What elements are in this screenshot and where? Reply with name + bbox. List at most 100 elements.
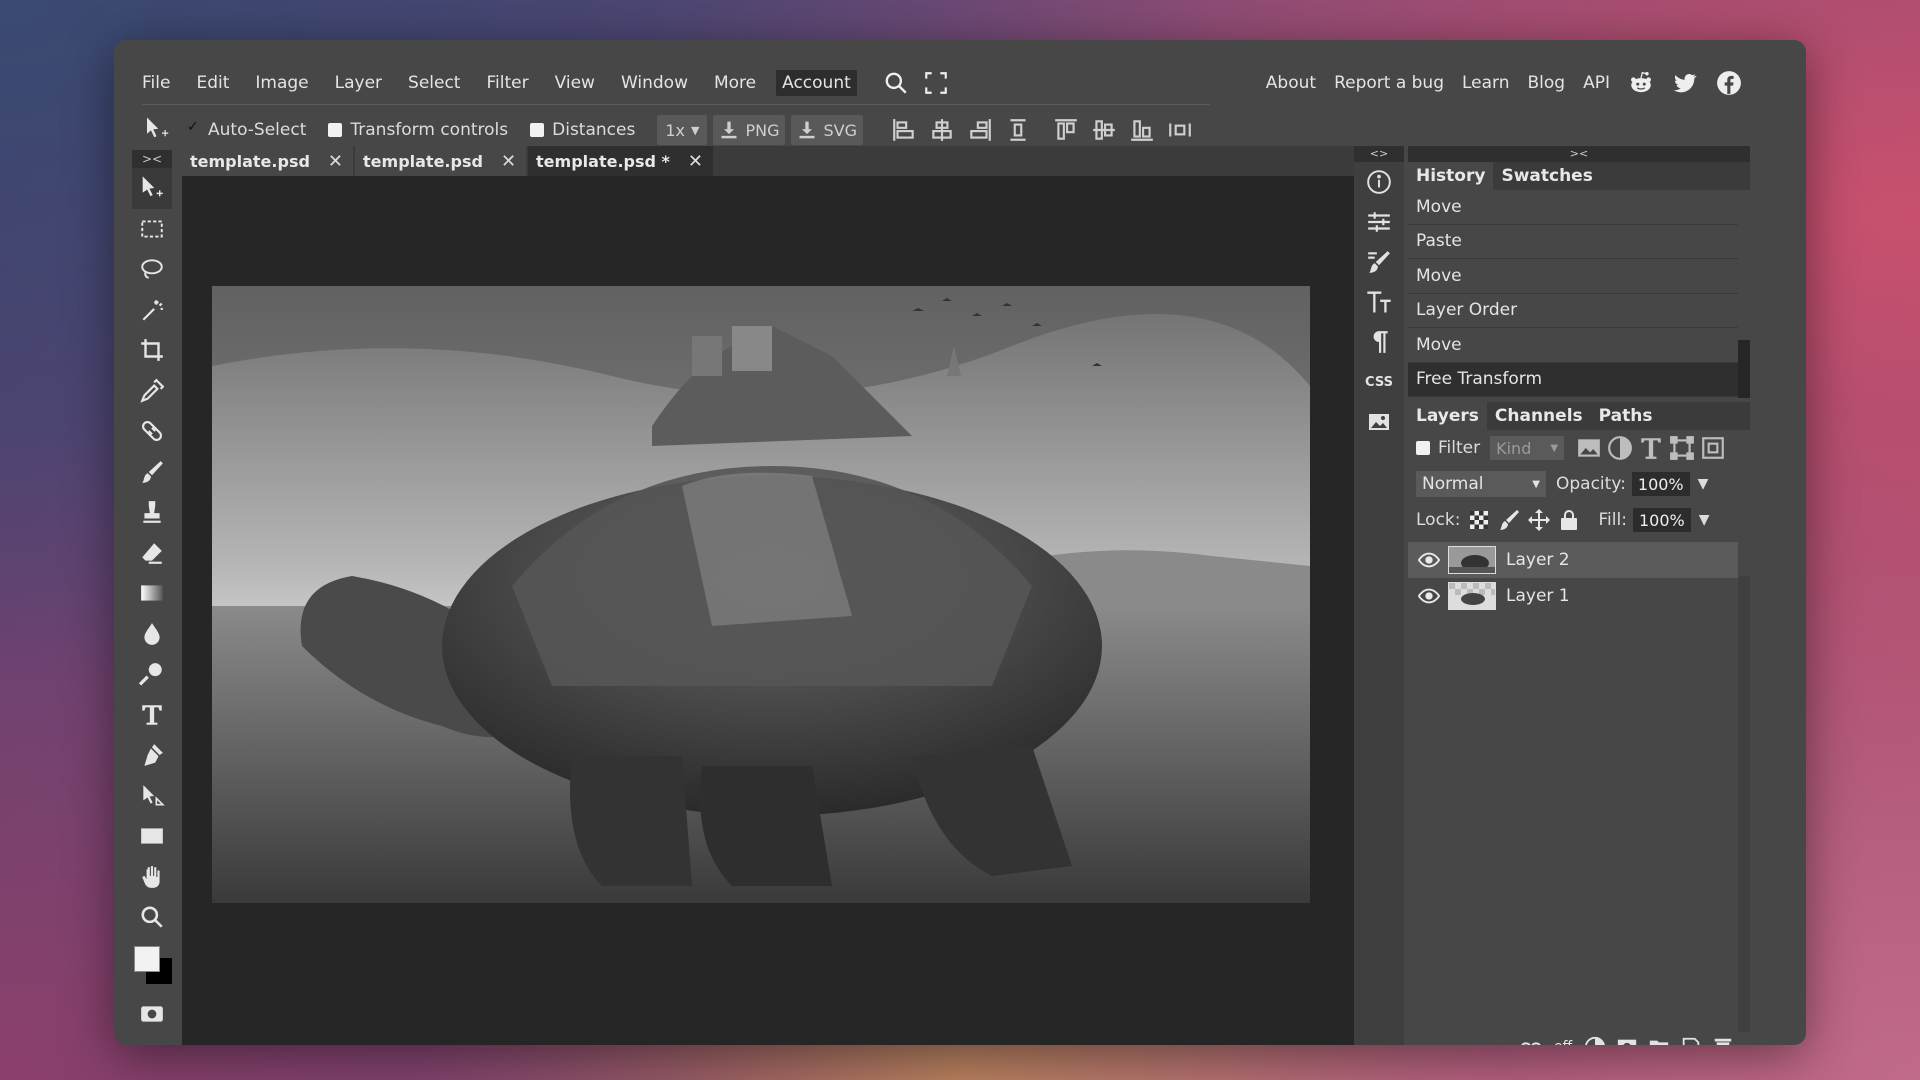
lock-position-icon[interactable] [1527,508,1551,532]
marquee-tool[interactable] [132,209,172,250]
align-bottom-icon[interactable] [1129,117,1155,143]
hand-tool[interactable] [132,857,172,898]
blend-mode-select[interactable]: Normal ▼ [1416,471,1546,497]
trash-icon[interactable] [1712,1036,1734,1045]
tab-paths[interactable]: Paths [1591,402,1661,430]
link-report-bug[interactable]: Report a bug [1334,73,1444,93]
menu-select[interactable]: Select [408,72,460,94]
tab-layers[interactable]: Layers [1408,402,1487,430]
menu-window[interactable]: Window [621,72,688,94]
css-panel-button[interactable]: CSS [1354,362,1404,402]
history-item[interactable]: Layer Order [1408,294,1738,328]
magic-wand-tool[interactable] [132,290,172,331]
link-about[interactable]: About [1266,73,1316,93]
filter-pixel-icon[interactable] [1576,435,1602,461]
brush-tool[interactable] [132,452,172,493]
distribute-v-icon[interactable] [1005,117,1031,143]
opacity-input[interactable]: 100% [1631,472,1690,496]
clone-stamp-tool[interactable] [132,492,172,533]
quick-mask-tool[interactable] [132,994,172,1035]
panel-expand-toggle[interactable]: <> [1354,146,1404,162]
adjustments-panel-button[interactable] [1354,202,1404,242]
link-api[interactable]: API [1583,73,1610,93]
tab-history[interactable]: History [1408,162,1494,190]
link-learn[interactable]: Learn [1462,73,1510,93]
opacity-dropdown-icon[interactable]: ▼ [1698,476,1709,492]
eraser-tool[interactable] [132,533,172,574]
distances-checkbox[interactable]: Distances [530,120,635,140]
align-left-icon[interactable] [891,117,917,143]
menu-file[interactable]: File [142,72,170,94]
lasso-tool[interactable] [132,249,172,290]
lock-pixels-icon[interactable] [1497,508,1521,532]
panel-collapse-toggle[interactable]: >< [132,150,172,168]
menu-filter[interactable]: Filter [486,72,528,94]
dodge-tool[interactable] [132,654,172,695]
rectangle-tool[interactable] [132,816,172,857]
distribute-h-icon[interactable] [1167,117,1193,143]
tab-channels[interactable]: Channels [1487,402,1591,430]
filter-adjustment-icon[interactable] [1607,435,1633,461]
mask-icon[interactable] [1616,1036,1638,1045]
filter-smart-object-icon[interactable] [1700,435,1726,461]
search-icon[interactable] [883,70,909,96]
adjustment-layer-icon[interactable] [1584,1036,1606,1045]
document-tab[interactable]: template.psd ✕ [355,146,527,176]
brush-settings-button[interactable] [1354,242,1404,282]
type-tool[interactable] [132,695,172,736]
history-scrollbar[interactable] [1738,340,1750,398]
align-right-icon[interactable] [967,117,993,143]
layers-scrollbar[interactable] [1738,576,1750,1032]
fill-dropdown-icon[interactable]: ▼ [1699,512,1710,528]
history-item-current[interactable]: Free Transform [1408,362,1738,397]
fill-input[interactable]: 100% [1632,508,1691,532]
move-tool-icon[interactable] [142,115,172,145]
reddit-icon[interactable] [1628,70,1654,96]
image-panel-button[interactable] [1354,402,1404,442]
filter-shape-icon[interactable] [1669,435,1695,461]
link-icon[interactable] [1520,1036,1542,1045]
menu-image[interactable]: Image [255,72,308,94]
link-blog[interactable]: Blog [1528,73,1566,93]
effects-button[interactable]: eff [1552,1036,1574,1045]
crop-tool[interactable] [132,330,172,371]
eyedropper-tool[interactable] [132,371,172,412]
layer-row-selected[interactable]: Layer 2 [1408,542,1738,578]
twitter-icon[interactable] [1672,70,1698,96]
pen-tool[interactable] [132,735,172,776]
menu-view[interactable]: View [555,72,595,94]
align-middle-icon[interactable] [1091,117,1117,143]
gradient-tool[interactable] [132,573,172,614]
history-item[interactable]: Move [1408,328,1738,363]
menu-account[interactable]: Account [776,70,857,96]
character-panel-button[interactable] [1354,282,1404,322]
document-tab[interactable]: template.psd ✕ [182,146,354,176]
facebook-icon[interactable] [1716,70,1742,96]
eye-icon[interactable] [1418,549,1440,571]
layer-row[interactable]: Layer 1 [1408,578,1738,614]
paragraph-panel-button[interactable] [1354,322,1404,362]
kind-select[interactable]: Kind ▼ [1490,436,1565,460]
history-item[interactable]: Move [1408,259,1738,294]
tab-swatches[interactable]: Swatches [1493,162,1600,190]
export-png-button[interactable]: PNG [713,115,786,145]
document-tab-active[interactable]: template.psd * ✕ [528,146,713,176]
align-center-h-icon[interactable] [929,117,955,143]
menu-layer[interactable]: Layer [335,72,382,94]
move-tool[interactable] [132,168,172,209]
panel-collapse-toggle[interactable]: >< [1408,146,1750,162]
close-icon[interactable]: ✕ [328,151,343,172]
filter-checkbox[interactable] [1416,441,1430,455]
zoom-tool[interactable] [132,897,172,938]
image-canvas[interactable] [212,286,1310,903]
lock-transparency-icon[interactable] [1467,508,1491,532]
history-item[interactable]: Move [1408,190,1738,225]
transform-controls-checkbox[interactable]: Transform controls [328,120,508,140]
menu-more[interactable]: More [714,72,756,94]
color-swatches[interactable] [134,945,174,990]
new-layer-icon[interactable] [1680,1036,1702,1045]
auto-select-checkbox[interactable]: Auto-Select [186,119,306,140]
path-selection-tool[interactable] [132,776,172,817]
healing-brush-tool[interactable] [132,411,172,452]
history-item[interactable]: Paste [1408,225,1738,259]
